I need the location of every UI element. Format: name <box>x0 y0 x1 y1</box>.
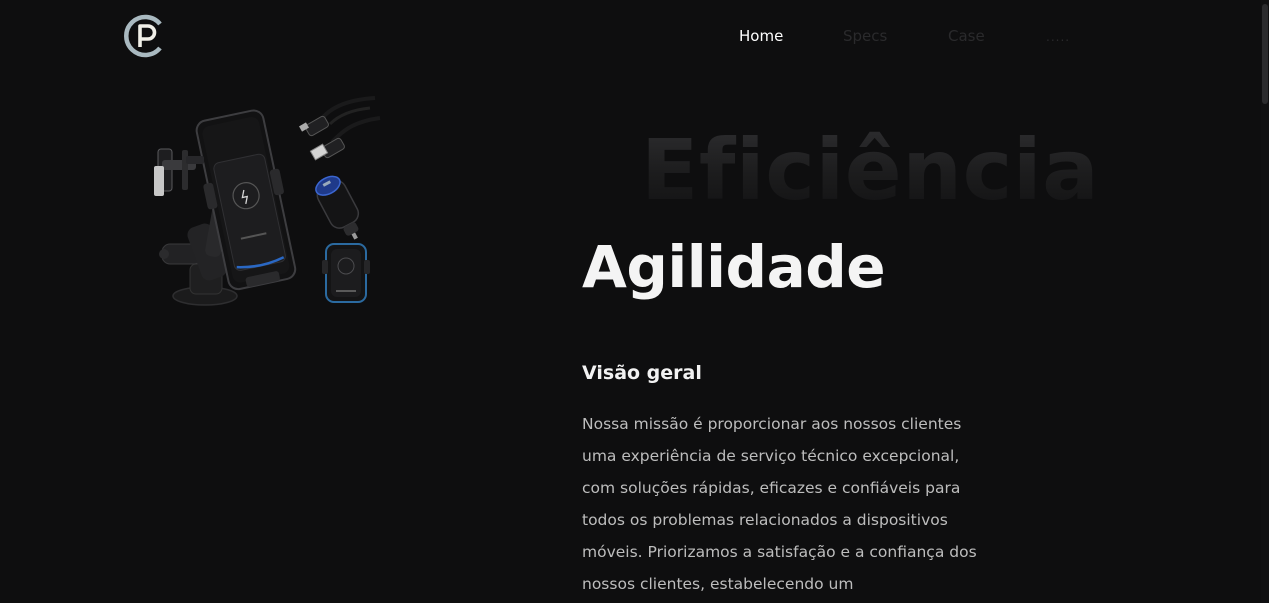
overview-text: Nossa missão é proporcionar aos nossos c… <box>582 415 977 593</box>
product-image <box>154 96 381 306</box>
background-word: Eficiência <box>641 121 1100 219</box>
nav-link-case[interactable]: Case <box>948 26 985 46</box>
nav-link-more[interactable]: ..... <box>1046 27 1070 47</box>
hero-headline: Agilidade <box>582 233 886 301</box>
nav-link-home[interactable]: Home <box>739 26 783 46</box>
nav-link-specs[interactable]: Specs <box>843 26 887 46</box>
scrollbar-thumb[interactable] <box>1262 4 1268 104</box>
main-nav: Home Specs Case ..... <box>0 26 1269 48</box>
page-scrollbar[interactable] <box>1261 0 1269 603</box>
page: Home Specs Case ..... Eficiência Agilida… <box>0 0 1269 603</box>
overview-title: Visão geral <box>582 362 702 384</box>
